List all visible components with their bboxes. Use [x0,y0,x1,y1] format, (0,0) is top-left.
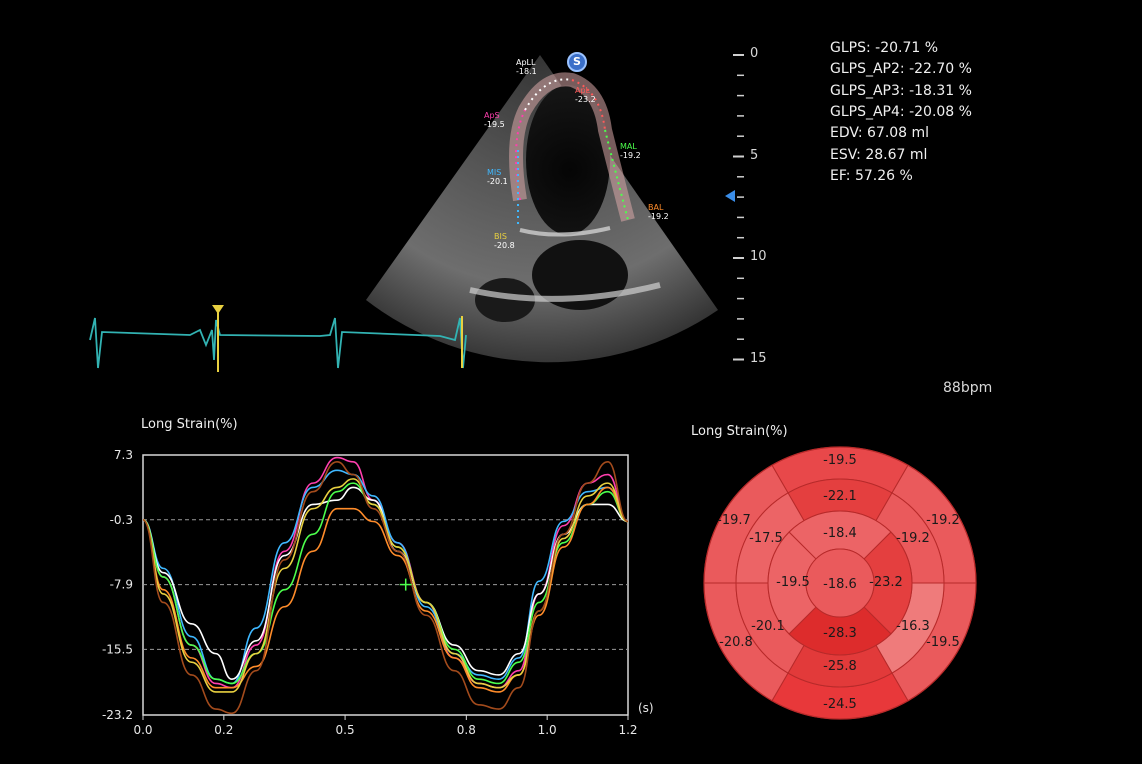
segment-label-mis: MIS -20.1 [487,168,508,186]
measurement-label: EDV: [830,125,863,142]
bullseye-middle-value: -16.3 [896,619,930,634]
bullseye-middle-value: -17.5 [749,531,783,546]
bullseye-middle-value: -22.1 [823,489,857,504]
segment-label-apll: ApLL -18.1 [516,58,537,76]
measurement-value: -20.08 % [909,103,972,120]
depth-label: 15 [750,350,767,366]
bullseye-inner-value: -23.2 [869,575,903,590]
y-tick-label: -0.3 [110,513,133,527]
segment-name: BIS [494,232,507,241]
y-tick-label: 7.3 [114,448,133,462]
heart-rate: 88bpm [943,380,993,396]
segment-label-aps: ApS -19.5 [484,111,505,129]
segment-name: MIS [487,168,502,177]
bullseye-middle-value: -20.1 [751,619,785,634]
ecg-marker-icon [212,305,224,314]
y-tick-label: -23.2 [102,708,133,722]
y-tick-label: -15.5 [102,642,133,656]
strain-series-1 [142,469,629,685]
strain-series-6 [142,461,629,715]
bullseye-inner-value: -18.4 [823,526,857,541]
bullseye-title: Long Strain(%) [691,424,788,439]
bullseye-outer-value: -19.5 [823,453,857,468]
measurement-label: GLPS_AP2: [830,61,905,78]
segment-name: ApS [484,111,500,120]
bullseye-plot[interactable]: -19.5 -19.2 -19.5 -24.5 -20.8 -19.7 -22.1 -19.2… [690,440,990,730]
measurement-row: GLPS: -20.71 % [830,40,938,56]
depth-label: 0 [750,46,759,61]
measurement-value: 57.26 % [854,167,913,184]
segment-value: -19.5 [484,120,505,129]
bullseye-outer-value: -20.8 [719,635,753,650]
segment-label-apl: ApL -23.2 [575,86,596,104]
x-tick-label: 0.8 [457,723,476,737]
depth-label: 10 [750,249,767,264]
measurement-value: 28.67 ml [865,146,928,163]
segment-name: ApLL [516,58,536,67]
y-tick-label: -7.9 [110,578,133,592]
bullseye-middle-value: -19.2 [896,531,930,546]
measurement-row: GLPS_AP4: -20.08 % [830,104,972,120]
segment-value: -23.2 [575,95,596,104]
measurement-row: EDV: 67.08 ml [830,125,929,141]
measurement-row: EF: 57.26 % [830,168,913,184]
bullseye-inner-value: -28.3 [823,626,857,641]
x-tick-label: 0.0 [133,723,152,737]
x-tick-label: 0.2 [214,723,233,737]
bullseye-outer-value: -19.5 [926,635,960,650]
measurement-label: EF: [830,167,851,184]
segment-name: BAL [648,203,664,212]
strain-chart-title: Long Strain(%) [141,417,238,432]
measurement-row: GLPS_AP3: -18.31 % [830,83,972,99]
segment-name: ApL [575,86,591,95]
x-tick-label: 1.2 [618,723,637,737]
segment-value: -19.2 [648,212,669,221]
segment-value: -20.8 [494,241,515,250]
view-badge-icon[interactable]: S [567,52,587,72]
depth-ruler [733,54,744,361]
bullseye-outer-value: -19.2 [926,513,960,528]
depth-label: 5 [750,147,759,163]
segment-label-bis: BIS -20.8 [494,232,515,250]
segment-name: MAL [620,142,637,151]
segment-label-bal: BAL -19.2 [648,203,669,221]
x-tick-label: 0.5 [336,723,355,737]
measurement-value: -20.71 % [875,40,939,56]
measurement-row: GLPS_AP2: -22.70 % [830,61,972,77]
strain-series-5 [142,478,629,693]
x-axis-label: (s) [638,701,654,715]
measurement-label: ESV: [830,146,861,163]
measurement-label: GLPS_AP4: [830,103,905,120]
measurement-value: -22.70 % [909,61,972,78]
segment-value: -19.2 [620,151,641,160]
measurement-label: GLPS: [830,40,871,56]
measurement-value: 67.08 ml [867,125,930,142]
measurement-row: ESV: 28.67 ml [830,147,927,163]
x-tick-label: 1.0 [538,723,557,737]
strain-chart[interactable]: 7.3 -0.3 -7.9 -15.5 -23.20.0 0.2 0.5 0.8 1.0 1.2(… [0,440,680,750]
strain-series-2 [142,486,629,680]
focus-marker-icon [725,190,735,202]
bullseye-outer-value: -19.7 [717,513,751,528]
measurement-label: GLPS_AP3: [830,82,905,99]
bullseye-middle-value: -25.8 [823,659,857,674]
segment-value: -20.1 [487,177,508,186]
measurement-value: -18.31 % [909,82,972,99]
bullseye-inner-value: -19.5 [776,575,810,590]
segment-value: -18.1 [516,67,537,76]
bullseye-apex-value: -18.6 [823,577,857,592]
bullseye-outer-value: -24.5 [823,697,857,712]
segment-label-mal: MAL -19.2 [620,142,641,160]
